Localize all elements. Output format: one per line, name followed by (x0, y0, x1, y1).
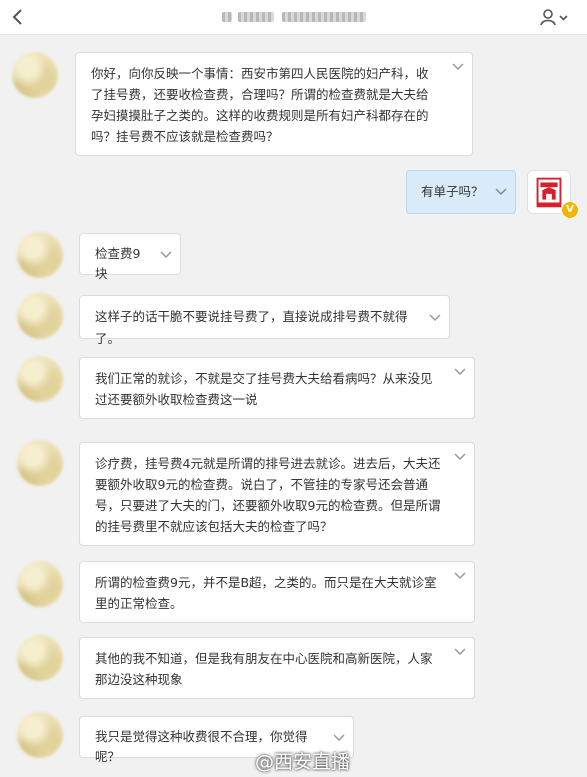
message-text: 其他的我不知道，但是我有朋友在中心医院和高新医院，人家那边没这种现象 (95, 651, 433, 687)
message-bubble: 有单子吗？ (406, 170, 516, 214)
blurred-chat-title (282, 12, 366, 22)
chevron-down-icon[interactable] (333, 734, 345, 742)
message-bubble: 诊疗费，挂号费4元就是所谓的排号进去就诊。进去后，大夫还要额外收取9元的检查费。… (79, 442, 475, 546)
message-text: 诊疗费，挂号费4元就是所谓的排号进去就诊。进去后，大夫还要额外收取9元的检查费。… (95, 456, 441, 534)
chat-header (0, 0, 587, 35)
sender-avatar[interactable] (17, 232, 63, 278)
sender-avatar[interactable] (17, 561, 63, 607)
user-settings-icon[interactable] (540, 8, 570, 26)
message-text: 这样子的话干脆不要说挂号费了，直接说成排号费不就得了。 (95, 309, 408, 346)
watermark: @西安直播 (255, 751, 351, 773)
sender-avatar[interactable] (17, 293, 63, 339)
message-text: 检查费9块 (95, 246, 141, 281)
sender-avatar[interactable] (17, 356, 63, 402)
sender-avatar[interactable] (17, 635, 63, 681)
chevron-down-icon[interactable] (454, 368, 466, 376)
message-text: 有单子吗？ (421, 184, 484, 199)
chevron-down-icon[interactable] (454, 572, 466, 580)
chevron-down-icon[interactable] (495, 188, 507, 196)
verified-badge-icon: V (561, 201, 579, 219)
sender-avatar[interactable] (17, 440, 63, 486)
message-text: 我们正常的就诊，不就是交了挂号费大夫给看病吗？从来没见过还要额外收取检查费这一说 (95, 371, 433, 407)
blurred-chat-title (238, 12, 274, 22)
sender-avatar[interactable] (12, 52, 58, 98)
message-bubble: 这样子的话干脆不要说挂号费了，直接说成排号费不就得了。 (79, 295, 450, 346)
blurred-chat-title (222, 12, 232, 22)
sender-avatar[interactable] (17, 712, 63, 758)
message-bubble: 我们正常的就诊，不就是交了挂号费大夫给看病吗？从来没见过还要额外收取检查费这一说 (79, 357, 475, 419)
message-text: 所谓的检查费9元，并不是B超，之类的。而只是在大夫就诊室里的正常检查。 (95, 575, 437, 611)
message-text: 你好，向你反映一个事情：西安市第四人民医院的妇产科，收了挂号费，还要收检查费，合… (91, 66, 429, 144)
message-bubble: 其他的我不知道，但是我有朋友在中心医院和高新医院，人家那边没这种现象 (79, 637, 475, 699)
chevron-down-icon[interactable] (452, 63, 464, 71)
message-bubble: 你好，向你反映一个事情：西安市第四人民医院的妇产科，收了挂号费，还要收检查费，合… (75, 52, 473, 156)
chevron-down-icon[interactable] (429, 314, 441, 322)
chevron-down-icon[interactable] (454, 453, 466, 461)
message-bubble: 所谓的检查费9元，并不是B超，之类的。而只是在大夫就诊室里的正常检查。 (79, 561, 475, 623)
chevron-down-icon[interactable] (160, 251, 172, 259)
chevron-down-icon[interactable] (454, 648, 466, 656)
message-bubble: 检查费9块 (79, 233, 181, 281)
back-arrow-icon[interactable] (8, 7, 28, 27)
